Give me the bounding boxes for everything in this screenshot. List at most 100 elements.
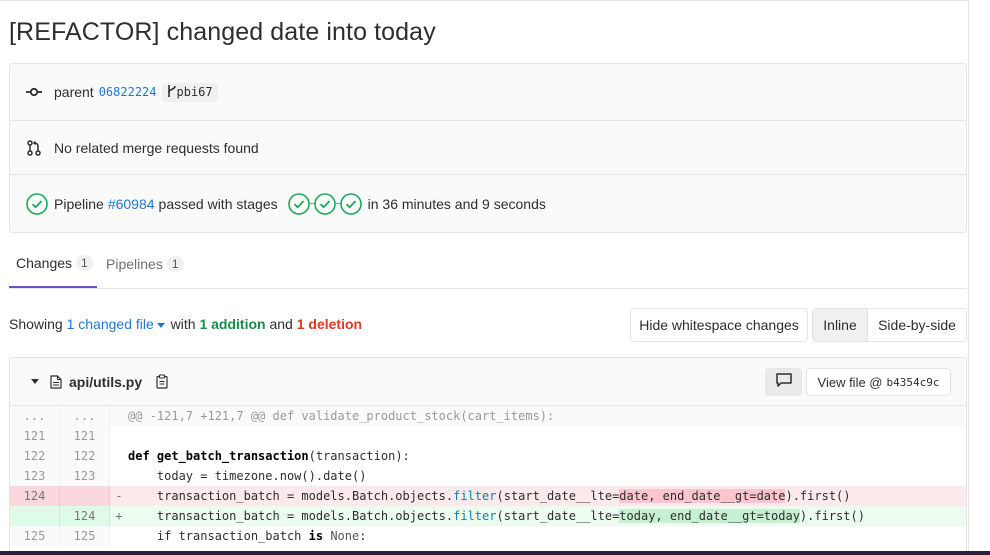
code-segment: ).first() xyxy=(799,509,865,523)
branch-icon xyxy=(167,84,177,100)
removed-highlight: date, end_date__gt=date xyxy=(619,489,786,503)
summary-and: and xyxy=(269,316,293,332)
code-keyword: is xyxy=(308,529,324,543)
parent-sha-link[interactable]: 06822224 xyxy=(99,85,157,99)
diff-content: ... ... @@ -121,7 +121,7 @@ def validate… xyxy=(10,406,966,546)
parent-label: parent xyxy=(54,84,94,100)
diff-sign xyxy=(110,426,128,446)
code-segment: transaction_batch = models.Batch.objects… xyxy=(128,509,454,523)
old-line-number[interactable]: 123 xyxy=(10,466,60,486)
code-text: transaction_batch = models.Batch.objects… xyxy=(128,506,966,526)
toggle-comments-button[interactable] xyxy=(765,368,802,396)
view-file-sha: b4354c9c xyxy=(886,375,940,389)
diff-summary: Showing 1 changed file with 1 addition a… xyxy=(9,316,362,332)
summary-deletions: 1 deletion xyxy=(296,316,363,332)
diff-sign xyxy=(110,526,128,546)
new-line-number[interactable]: 125 xyxy=(60,526,110,546)
summary-showing: Showing xyxy=(9,316,63,332)
commit-title: [REFACTOR] changed date into today xyxy=(9,18,436,46)
diff-line: 121 121 xyxy=(10,426,966,446)
diff-sign xyxy=(110,466,128,486)
changed-files-dropdown[interactable]: 1 changed file xyxy=(67,316,167,332)
pipeline-link[interactable]: #60984 xyxy=(108,196,155,212)
diff-sign: - xyxy=(115,489,123,503)
right-border xyxy=(968,0,969,555)
stage-1-passed-icon[interactable] xyxy=(287,192,310,215)
hunk-header-line: ... ... @@ -121,7 +121,7 @@ def validate… xyxy=(10,406,966,426)
code-segment: ).first() xyxy=(785,489,851,503)
code-text: transaction_batch = models.Batch.objects… xyxy=(128,486,966,506)
diff-file: api/utils.py View file @ b4354c9c ... ..… xyxy=(9,357,967,555)
new-line-number[interactable]: 123 xyxy=(60,466,110,486)
added-highlight: today, end_date__gt=today xyxy=(619,509,800,523)
tab-label: Changes xyxy=(16,255,73,271)
collapse-caret-icon[interactable] xyxy=(31,379,39,384)
view-file-button[interactable]: View file @ b4354c9c xyxy=(806,368,951,396)
tab-label: Pipelines xyxy=(106,256,163,272)
new-line-number[interactable]: 121 xyxy=(60,426,110,446)
comment-icon xyxy=(775,372,792,392)
pipeline-passed-text: passed with stages xyxy=(158,195,278,212)
stage-3-passed-icon[interactable] xyxy=(339,192,362,215)
new-line-number[interactable] xyxy=(60,486,110,506)
code-text: def get_batch_transaction(transaction): xyxy=(128,446,966,466)
code-segment: if transaction_batch xyxy=(128,529,309,543)
pipeline-prefix: Pipeline xyxy=(54,195,104,212)
pipeline-status-passed-icon[interactable] xyxy=(26,192,48,215)
old-line-number: ... xyxy=(10,406,60,426)
diff-line-added: 124 + transaction_batch = models.Batch.o… xyxy=(10,506,966,526)
stage-2-passed-icon[interactable] xyxy=(313,192,336,215)
code-function-name: get_batch_transaction xyxy=(156,449,309,463)
branch-name: pbi67 xyxy=(176,85,213,99)
code-segment: (start_date__lte= xyxy=(496,489,620,503)
code-method: filter xyxy=(453,489,497,503)
new-line-number[interactable]: 122 xyxy=(60,446,110,466)
copy-path-icon[interactable] xyxy=(156,374,168,394)
code-method: filter xyxy=(453,509,497,523)
new-line-number: ... xyxy=(60,406,110,426)
branch-chip[interactable]: pbi67 xyxy=(161,82,218,102)
commit-icon xyxy=(26,84,42,100)
diff-sign xyxy=(110,446,128,466)
code-segment: (start_date__lte= xyxy=(496,509,620,523)
old-line-number[interactable] xyxy=(10,506,60,526)
code-text: today = timezone.now().date() xyxy=(128,469,367,483)
old-line-number[interactable]: 122 xyxy=(10,446,60,466)
inline-view-button[interactable]: Inline xyxy=(813,309,868,341)
merge-requests-row: No related merge requests found xyxy=(10,121,966,175)
tab-count-badge: 1 xyxy=(76,255,93,271)
code-segment: transaction_batch = models.Batch.objects… xyxy=(128,489,454,503)
old-line-number[interactable]: 124 xyxy=(10,486,60,506)
caret-down-icon xyxy=(156,322,165,328)
pipeline-duration: in 36 minutes and 9 seconds xyxy=(367,195,546,212)
file-path[interactable]: api/utils.py xyxy=(69,374,142,390)
pipeline-row: Pipeline #60984 passed with stages in 36… xyxy=(10,175,966,232)
file-header: api/utils.py View file @ b4354c9c xyxy=(10,358,966,406)
old-line-number[interactable]: 125 xyxy=(10,526,60,546)
diff-line: 123 123 today = timezone.now().date() xyxy=(10,466,966,486)
old-line-number[interactable]: 121 xyxy=(10,426,60,446)
code-text: if transaction_batch is None: xyxy=(128,526,966,546)
diff-sign: + xyxy=(115,509,123,523)
merge-requests-text: No related merge requests found xyxy=(54,139,259,156)
diff-line: 125 125 if transaction_batch is None: xyxy=(10,526,966,546)
new-line-number[interactable]: 124 xyxy=(60,506,110,526)
file-icon xyxy=(50,375,62,394)
top-border xyxy=(0,0,970,3)
commit-info-box: parent 06822224 pbi67 No related merge r… xyxy=(9,63,967,233)
tab-changes[interactable]: Changes 1 xyxy=(9,240,97,288)
tab-pipelines[interactable]: Pipelines 1 xyxy=(99,240,191,288)
view-mode-toggle: Inline Side-by-side xyxy=(812,308,967,342)
tab-count-badge: 1 xyxy=(166,256,184,272)
summary-with: with xyxy=(170,316,196,332)
hunk-header: @@ -121,7 +121,7 @@ def validate_product… xyxy=(128,409,555,423)
changed-files-label: 1 changed file xyxy=(66,316,154,332)
view-file-label: View file @ xyxy=(817,374,883,390)
diff-line-removed: 124 - transaction_batch = models.Batch.o… xyxy=(10,486,966,506)
merge-request-icon xyxy=(26,139,42,156)
hide-whitespace-button[interactable]: Hide whitespace changes xyxy=(630,308,808,342)
bottom-bar xyxy=(0,551,990,555)
code-segment: (transaction): xyxy=(308,449,410,463)
side-by-side-view-button[interactable]: Side-by-side xyxy=(868,309,966,341)
